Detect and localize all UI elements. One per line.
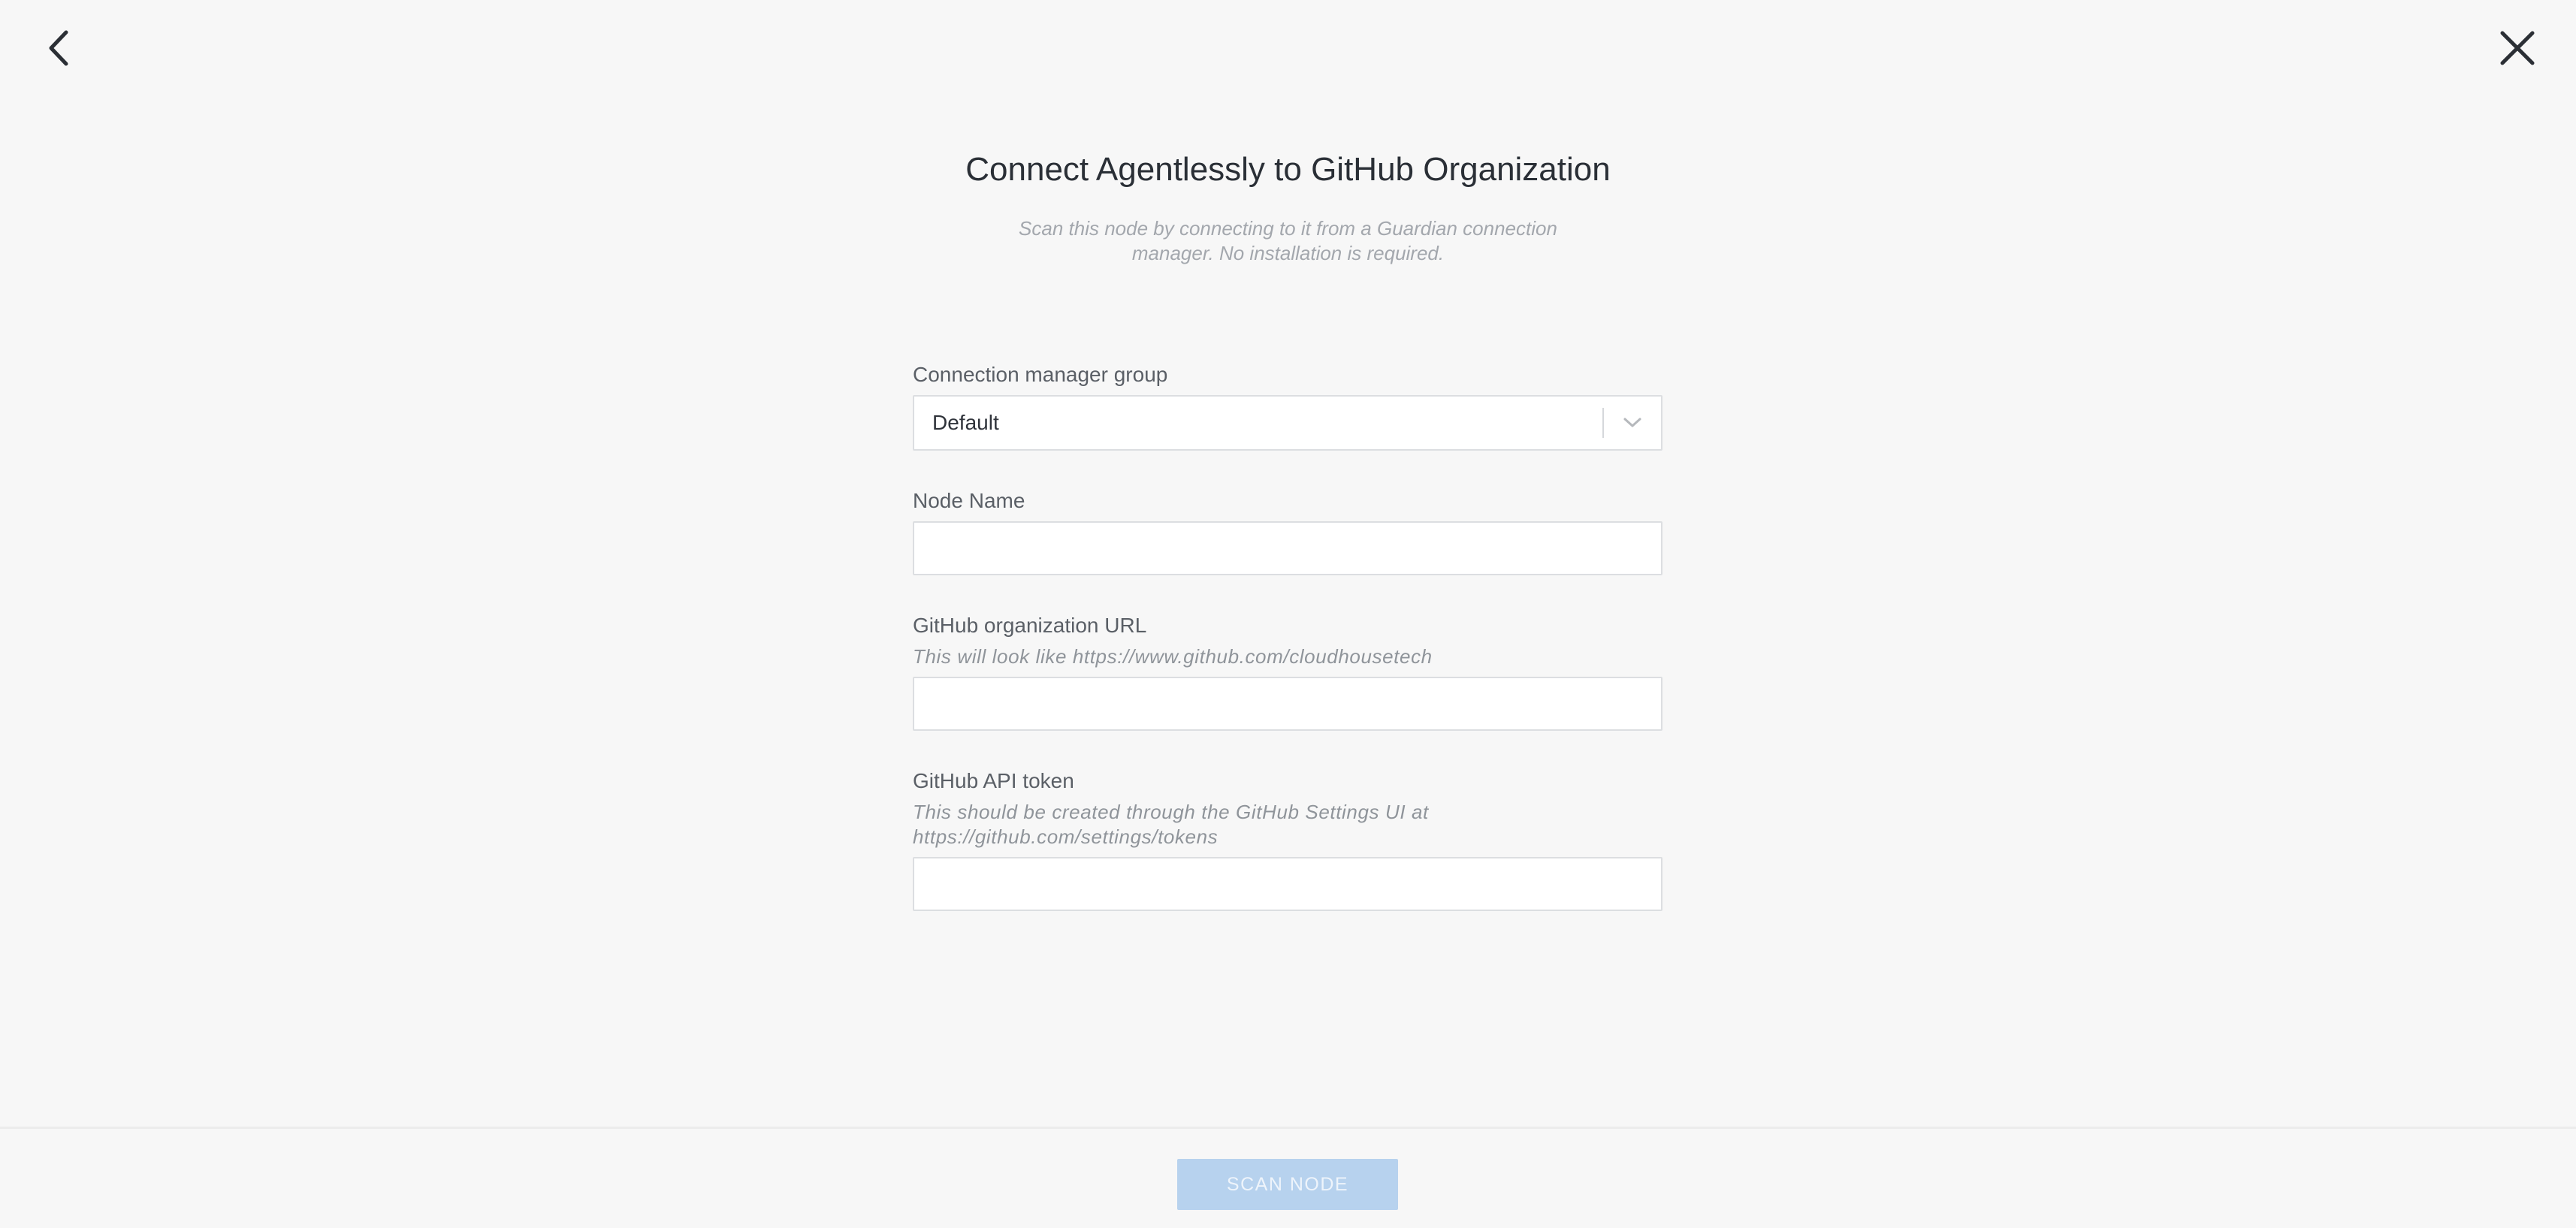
- org-url-field: GitHub organization URL This will look l…: [913, 611, 1662, 731]
- page-subtitle: Scan this node by connecting to it from …: [1019, 217, 1557, 264]
- connection-group-select[interactable]: Default: [913, 395, 1662, 451]
- node-name-field: Node Name: [913, 487, 1662, 575]
- page-title: Connect Agentlessly to GitHub Organizati…: [965, 151, 1611, 188]
- org-url-input[interactable]: [913, 677, 1662, 731]
- node-name-label: Node Name: [913, 489, 1025, 512]
- close-icon: [2500, 31, 2535, 65]
- org-url-label: GitHub organization URL: [913, 614, 1147, 637]
- footer-bar: SCAN NODE: [0, 1127, 2576, 1228]
- connection-group-field: Connection manager group Default: [913, 361, 1662, 451]
- chevron-left-icon: [49, 30, 68, 66]
- api-token-label: GitHub API token: [913, 769, 1074, 792]
- page-header: Connect Agentlessly to GitHub Organizati…: [0, 143, 2576, 266]
- connection-form: Connection manager group Default Node Na…: [913, 361, 1662, 911]
- chevron-down-icon[interactable]: [1619, 409, 1646, 436]
- close-button[interactable]: [2487, 18, 2547, 78]
- connection-group-label: Connection manager group: [913, 363, 1168, 386]
- org-url-hint: This will look like https://www.github.c…: [913, 645, 1433, 668]
- back-button[interactable]: [29, 18, 89, 78]
- api-token-input[interactable]: [913, 857, 1662, 911]
- connection-group-value: Default: [932, 411, 999, 434]
- api-token-hint: This should be created through the GitHu…: [913, 801, 1429, 848]
- node-name-input[interactable]: [913, 521, 1662, 575]
- select-divider: [1602, 408, 1604, 438]
- scan-node-button[interactable]: SCAN NODE: [1177, 1159, 1398, 1210]
- api-token-field: GitHub API token This should be created …: [913, 767, 1662, 911]
